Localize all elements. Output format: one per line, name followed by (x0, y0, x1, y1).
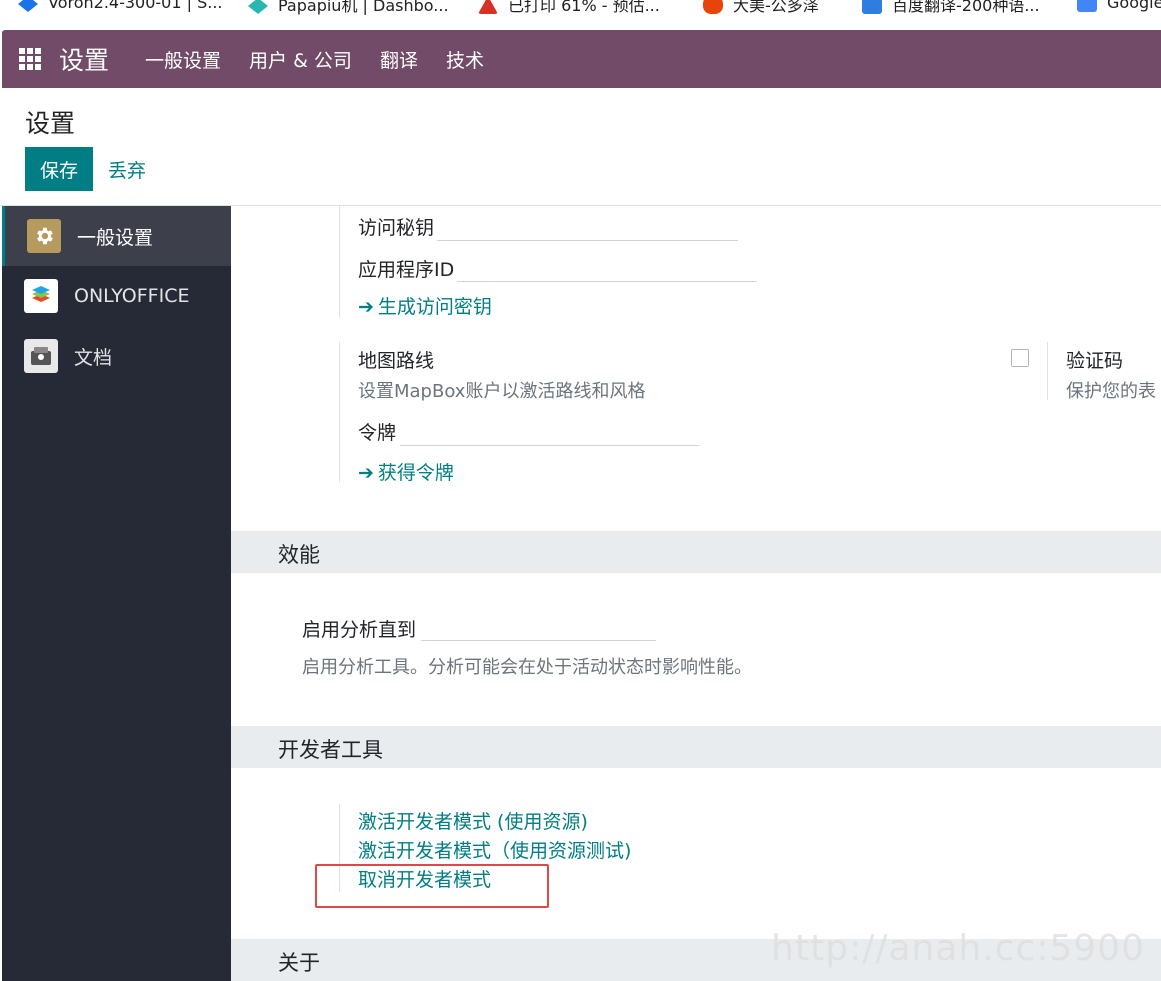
sidebar-item-onlyoffice[interactable]: ONLYOFFICE (2, 266, 231, 326)
top-navbar: 设置 一般设置 用户 & 公司 翻译 技术 (2, 30, 1161, 88)
map-routes-title: 地图路线 (358, 350, 435, 372)
menu-translations[interactable]: 翻译 (380, 46, 418, 73)
voron-icon (18, 0, 38, 12)
flame-icon (703, 0, 723, 14)
watermark: http://anah.cc:5900 (771, 928, 1145, 969)
discard-button[interactable]: 丢弃 (108, 147, 146, 191)
onlyoffice-icon (24, 279, 58, 313)
sidebar-item-label: ONLYOFFICE (74, 285, 190, 307)
profiling-input[interactable] (421, 640, 656, 641)
app-id-input[interactable] (457, 281, 757, 282)
apps-menu-icon[interactable] (19, 48, 41, 70)
control-panel: 设置 保存 丢弃 (0, 88, 1161, 206)
token-label: 令牌 (358, 422, 397, 444)
highlight-box (315, 864, 549, 908)
papapiu-icon (248, 0, 268, 14)
settings-content: 访问秘钥 应用程序ID ➔ 生成访问密钥 地图路线 设置MapBox账户以激活路线… (231, 206, 1161, 981)
activate-developer-mode-assets-link[interactable]: 激活开发者模式 (使用资源) (358, 807, 588, 834)
map-routes-description: 设置MapBox账户以激活路线和风格 (358, 381, 646, 402)
section-performance: 效能 (231, 531, 1161, 573)
app-id-label: 应用程序ID (358, 259, 455, 281)
token-input[interactable] (400, 445, 699, 446)
translate-icon (862, 0, 882, 14)
sidebar-item-documents[interactable]: 文档 (2, 326, 231, 386)
documents-icon (24, 339, 58, 373)
captcha-checkbox[interactable] (1011, 349, 1029, 367)
page-title: 设置 (25, 109, 76, 138)
bookmark-google[interactable]: Google (1077, 0, 1161, 12)
menu-technical[interactable]: 技术 (446, 46, 484, 73)
activate-developer-mode-tests-link[interactable]: 激活开发者模式（使用资源测试) (358, 836, 631, 863)
arrow-right-icon: ➔ (358, 296, 374, 318)
settings-sidebar: 一般设置 ONLYOFFICE 文档 (2, 206, 231, 981)
bookmark-damei[interactable]: 大美-公多泽 (703, 0, 819, 16)
menu-users-companies[interactable]: 用户 & 公司 (249, 46, 352, 73)
captcha-title: 验证码 (1066, 350, 1124, 372)
print-status-icon (478, 0, 498, 14)
google-icon (1077, 0, 1097, 12)
bookmark-papapiu[interactable]: Papapiu机 | Dashbo... (248, 0, 449, 16)
sidebar-item-label: 一般设置 (77, 226, 154, 249)
access-key-input[interactable] (437, 240, 738, 241)
bookmarks-bar: Voron2.4-300-01 | S... Papapiu机 | Dashbo… (0, 0, 1161, 28)
bookmark-print[interactable]: 已打印 61% - 预估... (478, 0, 660, 16)
get-token-link[interactable]: ➔ 获得令牌 (358, 458, 454, 485)
gear-icon (27, 219, 61, 253)
menu-general-settings[interactable]: 一般设置 (145, 46, 221, 73)
profiling-description: 启用分析工具。分析可能会在处于活动状态时影响性能。 (302, 657, 752, 678)
bookmark-baidu-translate[interactable]: 百度翻译-200种语... (862, 0, 1040, 16)
sidebar-item-general-settings[interactable]: 一般设置 (2, 206, 231, 266)
section-title: 开发者工具 (278, 738, 383, 762)
generate-key-link[interactable]: ➔ 生成访问密钥 (358, 292, 492, 319)
sidebar-item-label: 文档 (74, 346, 113, 369)
arrow-right-icon: ➔ (358, 462, 374, 484)
bookmark-voron[interactable]: Voron2.4-300-01 | S... (18, 0, 223, 12)
save-button[interactable]: 保存 (25, 147, 93, 191)
app-brand[interactable]: 设置 (59, 41, 109, 77)
section-developer-tools: 开发者工具 (231, 726, 1161, 768)
setting-divider (1047, 342, 1048, 400)
setting-divider (339, 206, 340, 318)
profiling-label: 启用分析直到 (302, 619, 417, 641)
captcha-description: 保护您的表 (1066, 381, 1156, 402)
setting-divider (339, 342, 340, 482)
section-title: 效能 (278, 543, 320, 567)
section-title: 关于 (278, 951, 320, 975)
access-key-label: 访问秘钥 (358, 217, 435, 239)
